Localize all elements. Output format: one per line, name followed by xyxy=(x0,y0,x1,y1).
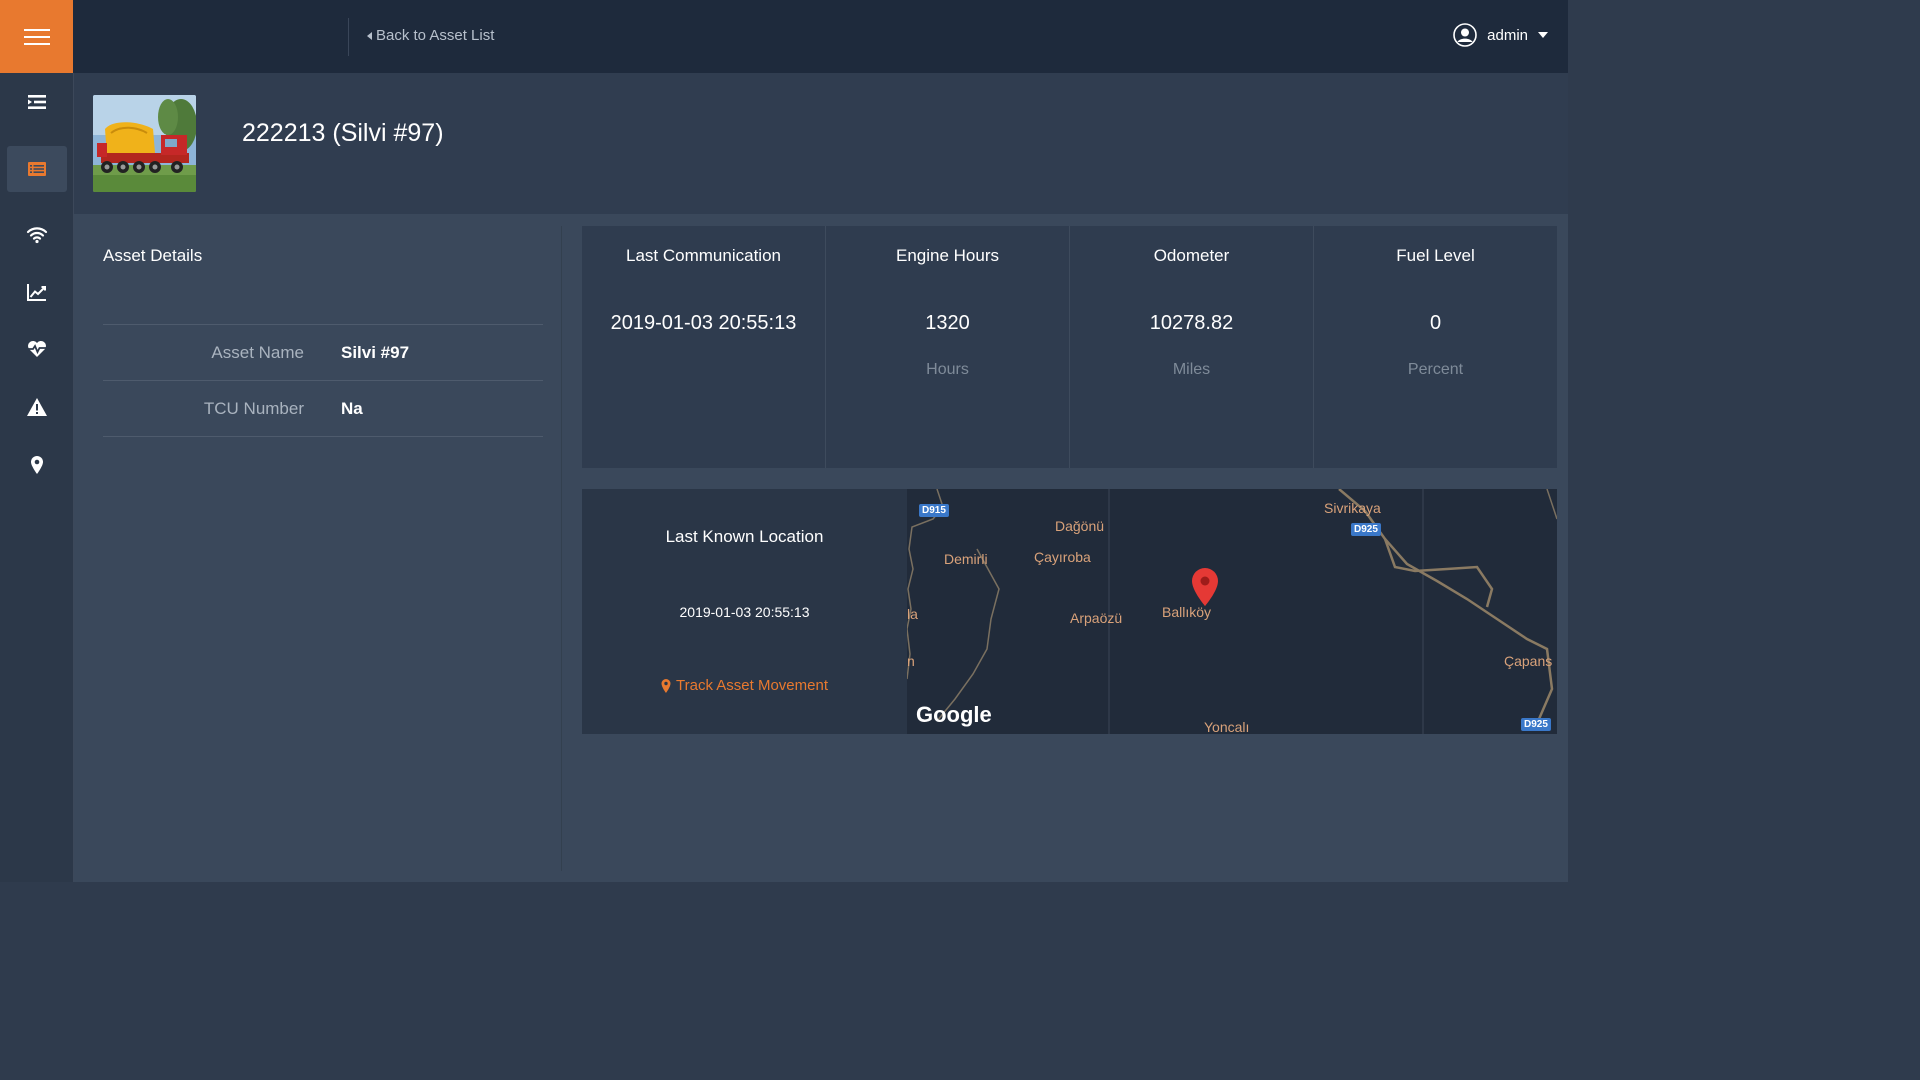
stat-unit: Hours xyxy=(926,361,969,378)
track-asset-movement-link[interactable]: Track Asset Movement xyxy=(582,677,907,694)
map-place-label: Arpaözü xyxy=(1070,610,1123,626)
divider xyxy=(348,18,349,56)
stat-label: Fuel Level xyxy=(1396,246,1475,265)
map-place-label: Çayıroba xyxy=(1034,549,1091,565)
map-place-label: Sivrikaya xyxy=(1324,500,1381,516)
google-logo: Google xyxy=(916,702,992,727)
heartbeat-icon xyxy=(28,341,46,357)
menu-toggle-button[interactable] xyxy=(0,0,73,73)
stat-last-communication: Last Communication 2019-01-03 20:55:13 xyxy=(582,226,826,468)
warning-icon xyxy=(27,398,47,416)
asset-list-icon xyxy=(28,162,46,176)
stat-value: 1320 xyxy=(925,312,970,334)
back-link-label: Back to Asset List xyxy=(376,27,495,44)
map-place-label: la xyxy=(907,606,918,622)
stat-fuel-level: Fuel Level 0 Percent xyxy=(1314,226,1557,468)
caret-left-icon xyxy=(367,31,372,40)
stat-label: Odometer xyxy=(1153,246,1230,265)
sidebar-item-alerts[interactable] xyxy=(7,384,67,430)
stat-odometer: Odometer 10278.82 Miles xyxy=(1070,226,1314,468)
sidebar-item-reports[interactable] xyxy=(7,269,67,315)
location-map[interactable]: D915 D925 D925 Dağönü Demirli Çayıroba A… xyxy=(907,489,1557,734)
location-pin-icon[interactable] xyxy=(1190,567,1220,607)
sidebar-item-assets[interactable] xyxy=(7,146,67,192)
stat-value: 0 xyxy=(1429,312,1442,334)
stat-unit: Miles xyxy=(1172,361,1211,378)
chart-line-icon xyxy=(27,284,46,301)
user-name: admin xyxy=(1487,26,1528,44)
track-link-label: Track Asset Movement xyxy=(676,677,828,694)
sidebar-item-connectivity[interactable] xyxy=(7,211,67,257)
road-shield: D925 xyxy=(1351,523,1381,536)
map-place-label: Dağönü xyxy=(1055,518,1105,534)
user-circle-icon xyxy=(1453,23,1477,47)
asset-header: 222213 (Silvi #97) xyxy=(74,73,1568,214)
top-bar: Back to Asset List admin xyxy=(0,0,1568,73)
sidebar-item-list[interactable] xyxy=(7,79,67,125)
chevron-down-icon xyxy=(1538,32,1548,38)
road-shield: D915 xyxy=(919,504,949,517)
main-content: Asset Details Asset Name Silvi #97 TCU N… xyxy=(74,214,1568,882)
detail-value: Na xyxy=(341,398,363,418)
detail-label: TCU Number xyxy=(203,398,304,418)
map-marker-icon xyxy=(31,456,43,474)
detail-row-tcu-number: TCU Number Na xyxy=(103,380,543,437)
map-roads xyxy=(907,489,1557,734)
map-place-label: Yoncalı xyxy=(1204,719,1250,734)
stat-engine-hours: Engine Hours 1320 Hours xyxy=(826,226,1070,468)
asset-photo xyxy=(93,95,196,192)
location-timestamp: 2019-01-03 20:55:13 xyxy=(679,604,810,620)
list-indent-icon xyxy=(28,95,46,109)
road-shield: D925 xyxy=(1521,718,1551,731)
back-to-asset-list-link[interactable]: Back to Asset List xyxy=(367,27,494,44)
map-place-label: Demirli xyxy=(944,551,988,567)
location-heading: Last Known Location xyxy=(665,527,824,546)
user-menu[interactable]: admin xyxy=(1453,23,1548,47)
stat-value: 10278.82 xyxy=(1149,312,1234,334)
sidebar-item-health[interactable] xyxy=(7,326,67,372)
detail-label: Asset Name xyxy=(211,342,304,362)
stat-unit: Percent xyxy=(1407,361,1464,378)
asset-details-table: Asset Name Silvi #97 TCU Number Na xyxy=(103,324,543,437)
stats-panel: Last Communication 2019-01-03 20:55:13 E… xyxy=(582,226,1557,468)
hamburger-icon xyxy=(23,24,50,50)
detail-row-asset-name: Asset Name Silvi #97 xyxy=(103,324,543,380)
detail-value: Silvi #97 xyxy=(341,342,410,362)
stat-value: 2019-01-03 20:55:13 xyxy=(610,312,797,334)
wifi-icon xyxy=(26,227,48,244)
last-location-panel: Last Known Location 2019-01-03 20:55:13 … xyxy=(582,489,1557,734)
stat-label: Last Communication xyxy=(626,246,781,265)
sidebar-item-map[interactable] xyxy=(7,442,67,488)
stat-label: Engine Hours xyxy=(895,246,999,265)
map-place-label: Çapans xyxy=(1504,653,1553,669)
sidebar xyxy=(0,73,74,882)
map-marker-icon xyxy=(661,678,671,693)
page-title: 222213 (Silvi #97) xyxy=(242,119,444,147)
column-divider xyxy=(561,226,562,871)
map-place-label: n xyxy=(907,653,915,669)
asset-details-heading: Asset Details xyxy=(103,246,203,265)
